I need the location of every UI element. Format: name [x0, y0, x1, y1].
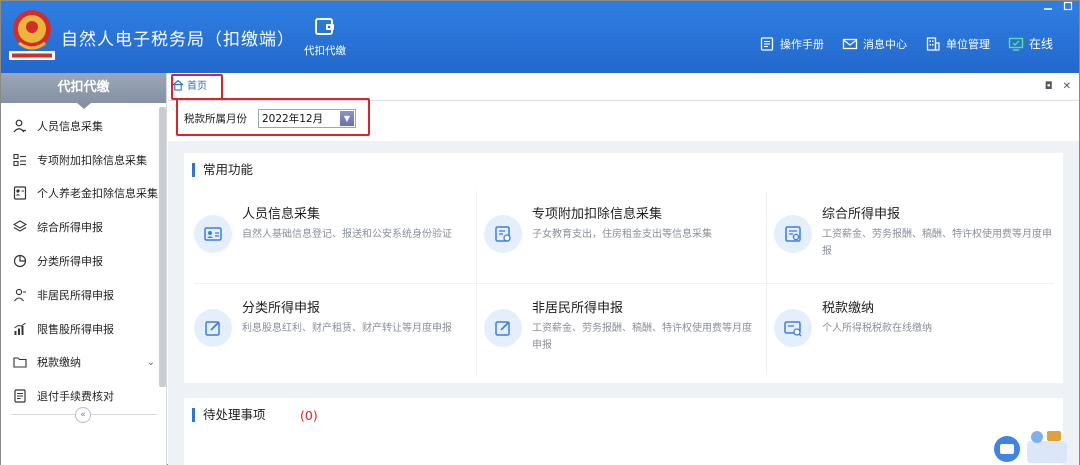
sidebar-item-label: 个人养老金扣除信息采集 [37, 187, 158, 201]
unit-management-link[interactable]: 单位管理 [925, 36, 990, 52]
online-status[interactable]: 在线 [1008, 35, 1053, 52]
highlight-box-home-tab [171, 74, 223, 100]
card-divider [476, 191, 477, 375]
payment-icon [774, 309, 812, 347]
id-photo-icon [194, 215, 232, 253]
manual-link-label: 操作手册 [779, 37, 824, 51]
sidebar-title: 代扣代缴 [1, 73, 166, 109]
card-title: 综合所得申报 [822, 207, 901, 222]
sidebar-item-label: 综合所得申报 [37, 221, 103, 235]
form-edit-icon [484, 215, 522, 253]
collapse-sidebar-button[interactable]: « [75, 407, 91, 423]
nav-tab-label: 代扣代缴 [304, 45, 346, 57]
card-title: 税款缴纳 [822, 301, 875, 316]
card-desc: 子女教育支出，住房租金支出等信息采集 [532, 229, 712, 240]
form-add-icon [774, 215, 812, 253]
person-icon [13, 119, 26, 133]
card-nonresident-income[interactable]: 非居民所得申报 工资薪金、劳务报酬、稿酬、特许权使用费等月度申报 [484, 291, 760, 373]
maximize-icon[interactable] [1063, 1, 1073, 11]
message-center-link[interactable]: 消息中心 [842, 36, 907, 52]
close-icon[interactable]: ✕ [1063, 81, 1071, 92]
sidebar-item-nonresident-income[interactable]: 非居民所得申报 [1, 278, 159, 312]
sidebar-item-pension-deduction[interactable]: 个人养老金扣除信息采集 [1, 177, 159, 211]
nav-tab-withholding[interactable]: 代扣代缴 [297, 15, 353, 67]
unit-management-label: 单位管理 [945, 37, 990, 51]
card-title: 人员信息采集 [242, 207, 321, 222]
card-divider [766, 191, 767, 375]
window-controls [1043, 1, 1073, 11]
sidebar-item-label: 专项附加扣除信息采集 [37, 153, 147, 167]
tax-emblem-logo [5, 5, 59, 61]
pending-items-panel: 待处理事项 (0) [184, 398, 1063, 465]
card-tax-payment[interactable]: 税款缴纳 个人所得税税款在线缴纳 [774, 291, 1050, 373]
document-icon [14, 389, 26, 403]
bar-chart-icon [14, 322, 26, 335]
card-desc: 自然人基础信息登记、报送和公安系统身份验证 [242, 229, 452, 240]
sidebar: 代扣代缴 人员信息采集 专项附加扣除信息采集 个人养老金扣除信息采集 综合所得申… [1, 73, 167, 465]
online-status-label: 在线 [1028, 37, 1053, 51]
card-special-deduction[interactable]: 专项附加扣除信息采集 子女教育支出，住房租金支出等信息采集 [484, 197, 760, 279]
manual-link[interactable]: 操作手册 [759, 36, 824, 52]
sidebar-item-personnel-info[interactable]: 人员信息采集 [1, 109, 159, 143]
card-desc: 工资薪金、劳务报酬、稿酬、特许权使用费等月度申报 [822, 229, 1052, 257]
sidebar-menu: 人员信息采集 专项附加扣除信息采集 个人养老金扣除信息采集 综合所得申报 分类所… [1, 109, 159, 413]
id-card-icon [13, 186, 27, 201]
highlight-box-month [176, 98, 370, 136]
list-icon [13, 153, 26, 166]
wallet-icon [315, 18, 334, 35]
sidebar-item-restricted-stock[interactable]: 限售股所得申报 [1, 312, 159, 346]
edit-icon [484, 309, 522, 347]
card-title: 非居民所得申报 [532, 301, 624, 316]
person-outline-icon [14, 288, 26, 302]
sidebar-item-label: 税款缴纳 [37, 356, 81, 370]
sidebar-item-label: 非居民所得申报 [37, 288, 114, 302]
common-functions-panel: 常用功能 人员信息采集 自然人基础信息登记、报送和公安系统身份验证 专项附加扣除… [184, 153, 1063, 383]
tab-tools: ◘ ✕ [1045, 81, 1071, 92]
folder-icon [13, 357, 27, 369]
layers-icon [13, 220, 27, 232]
row-divider [194, 283, 1054, 284]
pending-items-count[interactable]: (0) [300, 408, 318, 423]
sidebar-item-label: 分类所得申报 [37, 255, 103, 269]
card-title: 专项附加扣除信息采集 [532, 207, 663, 222]
app-header: 自然人电子税务局（扣缴端） 代扣代缴 操作手册 消息中心 单位管理 在线 [1, 1, 1079, 73]
restore-icon[interactable]: ◘ [1045, 81, 1053, 92]
chevron-down-icon: ⌄ [146, 356, 155, 368]
pie-icon [13, 254, 27, 268]
card-comprehensive-income[interactable]: 综合所得申报 工资薪金、劳务报酬、稿酬、特许权使用费等月度申报 [774, 197, 1052, 279]
sidebar-scrollbar[interactable] [159, 107, 166, 387]
pending-items-title: 待处理事项 [192, 408, 266, 422]
tab-strip: 首页 ◘ ✕ [168, 73, 1079, 101]
card-desc: 个人所得税税款在线缴纳 [822, 323, 932, 334]
main-content: 首页 ◘ ✕ 税款所属月份 2022年12月 ▼ 常用功能 人员信息采集 自然人… [168, 73, 1079, 465]
card-classified-income[interactable]: 分类所得申报 利息股息红利、财产租赁、财产转让等月度申报 [194, 291, 470, 373]
app-title: 自然人电子税务局（扣缴端） [61, 30, 295, 50]
card-desc: 利息股息红利、财产租赁、财产转让等月度申报 [242, 323, 452, 334]
sidebar-item-label: 人员信息采集 [37, 119, 103, 133]
sidebar-item-label: 退付手续费核对 [37, 390, 114, 404]
sidebar-item-classified-income[interactable]: 分类所得申报 [1, 244, 159, 278]
sidebar-item-special-deduction[interactable]: 专项附加扣除信息采集 [1, 143, 159, 177]
card-title: 分类所得申报 [242, 301, 321, 316]
sidebar-item-label: 限售股所得申报 [37, 322, 114, 336]
card-personnel-info[interactable]: 人员信息采集 自然人基础信息登记、报送和公安系统身份验证 [194, 197, 470, 279]
book-icon [760, 36, 774, 51]
message-center-label: 消息中心 [862, 37, 907, 51]
header-links: 操作手册 消息中心 单位管理 在线 [759, 35, 1053, 52]
edit-icon [194, 309, 232, 347]
sidebar-item-tax-payment[interactable]: 税款缴纳 ⌄ [1, 346, 159, 380]
monitor-icon [1008, 37, 1024, 51]
mail-icon [842, 38, 858, 49]
building-icon [926, 36, 940, 51]
minimize-icon[interactable] [1043, 1, 1053, 11]
sidebar-item-comprehensive-income[interactable]: 综合所得申报 [1, 210, 159, 244]
card-desc: 工资薪金、劳务报酬、稿酬、特许权使用费等月度申报 [532, 323, 752, 351]
common-functions-title: 常用功能 [192, 163, 253, 177]
assistant-widget[interactable] [991, 421, 1075, 463]
